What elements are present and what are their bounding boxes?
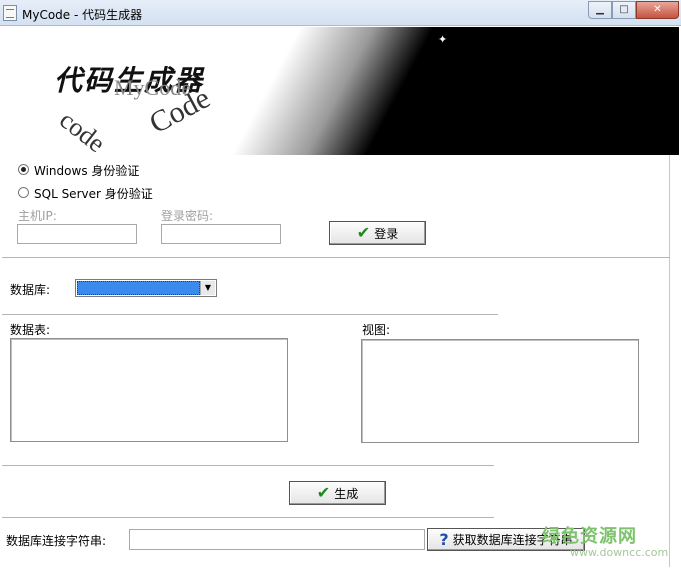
divider-lists [2,465,494,466]
connection-string-label: 数据库连接字符串: [6,534,107,548]
database-label: 数据库: [10,283,51,297]
divider-auth [2,257,670,258]
password-input[interactable] [162,225,280,243]
generate-button[interactable]: ✔ 生成 [289,481,386,505]
title-bar: MyCode - 代码生成器 ▁ □ ✕ [0,0,681,26]
right-panel-edge [669,155,679,567]
database-dropdown[interactable]: ▼ [75,279,217,297]
host-ip-label: 主机IP: [18,209,57,223]
password-field[interactable] [161,224,281,244]
sql-auth-label[interactable]: SQL Server 身份验证 [34,185,153,202]
tables-listbox[interactable] [10,338,288,442]
host-ip-field[interactable] [17,224,137,244]
database-selected-value [77,281,200,295]
minimize-button[interactable]: ▁ [588,1,612,19]
views-listbox[interactable] [361,339,639,443]
check-icon: ✔ [356,223,371,242]
divider-database [2,314,498,315]
views-label: 视图: [362,323,391,337]
app-document-icon [3,5,17,21]
check-icon: ✔ [316,483,331,502]
question-mark-icon: ? [439,529,449,549]
divider-generate [2,517,494,518]
maximize-button[interactable]: □ [612,1,636,19]
logo-banner: 代码生成器 MyCode code Code ✦ [2,27,679,155]
logo-code-small: code [54,105,111,155]
connection-string-input[interactable] [130,530,424,549]
password-label: 登录密码: [161,209,214,223]
watermark-site-name: 绿色资源网 [542,526,637,547]
connection-string-field[interactable] [129,529,425,550]
tables-label: 数据表: [10,323,51,337]
login-button-label: 登录 [374,226,399,241]
chevron-down-icon[interactable]: ▼ [200,281,215,295]
sql-auth-radio[interactable] [18,187,29,198]
sparkle-icon: ✦ [438,33,448,46]
window-title: MyCode - 代码生成器 [22,8,143,22]
host-ip-input[interactable] [18,225,136,243]
windows-auth-radio[interactable] [18,164,29,175]
windows-auth-label[interactable]: Windows 身份验证 [34,162,139,179]
watermark-url: www.downcc.com [570,546,669,559]
close-button[interactable]: ✕ [636,1,679,19]
generate-button-label: 生成 [334,486,359,501]
login-button[interactable]: ✔ 登录 [329,221,426,245]
